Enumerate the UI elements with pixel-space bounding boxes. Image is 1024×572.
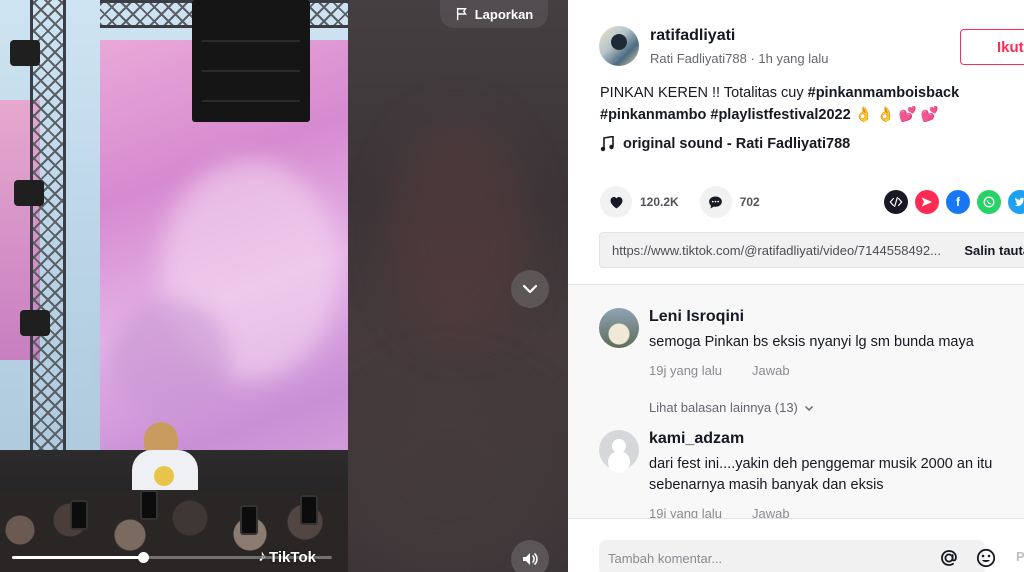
caption-text: PINKAN KEREN !! Totalitas cuy <box>600 85 808 101</box>
comment-button[interactable] <box>699 186 732 218</box>
tiktok-logo-icon: ♪ <box>258 548 266 565</box>
comment-time: 19j yang lalu <box>649 363 722 378</box>
at-sign-icon <box>941 550 957 566</box>
facebook-share-button[interactable]: f <box>946 190 970 214</box>
share-link-box: https://www.tiktok.com/@ratifadliyati/vi… <box>599 232 1024 268</box>
comments-list[interactable]: Leni Isroqini semoga Pinkan bs eksis nya… <box>568 285 1024 518</box>
comment-text: semoga Pinkan bs eksis nyanyi lg sm bund… <box>649 334 974 350</box>
commenter-name[interactable]: kami_adzam <box>649 430 1019 448</box>
video-area[interactable]: ♪ TikTok Laporkan <box>0 0 568 572</box>
copy-link-button[interactable]: Salin tautan <box>964 243 1024 258</box>
embed-code-icon <box>889 197 903 207</box>
author-username[interactable]: ratifadliyati <box>650 27 829 45</box>
author-text: ratifadliyati Rati Fadliyati788 · 1h yan… <box>650 26 829 66</box>
commenter-name[interactable]: Leni Isroqini <box>649 308 1019 326</box>
whatsapp-icon <box>983 196 995 208</box>
comment-input[interactable]: Tambah komentar... <box>599 540 985 572</box>
comment-text: dari fest ini....yakin deh penggemar mus… <box>649 456 993 493</box>
follow-button[interactable]: Ikuti <box>960 29 1024 65</box>
details-panel: ratifadliyati Rati Fadliyati788 · 1h yan… <box>568 0 1024 572</box>
twitter-share-button[interactable] <box>1008 190 1024 214</box>
mention-button[interactable] <box>938 547 960 569</box>
comment-time: 19j yang lalu <box>649 506 722 518</box>
stage-truss <box>30 0 66 470</box>
speaker-array <box>192 0 310 122</box>
comment-meta: 19j yang lalu Jawab <box>649 506 1019 518</box>
tiktok-video-page: ♪ TikTok Laporkan ratifadliyati Rati Fad… <box>0 0 1024 572</box>
comment-input-placeholder: Tambah komentar... <box>608 550 723 566</box>
embed-button[interactable] <box>884 190 908 214</box>
crowd-phone <box>70 500 88 530</box>
engagement-stats: 120.2K 702 <box>600 186 781 218</box>
reply-button[interactable]: Jawab <box>752 363 790 378</box>
like-button[interactable] <box>600 186 632 218</box>
reply-button[interactable]: Jawab <box>752 506 790 518</box>
like-stat[interactable]: 120.2K <box>600 186 679 218</box>
stage-light <box>20 310 50 336</box>
caption-emojis: 👌 👌 💕 💕 <box>854 107 939 123</box>
volume-button[interactable] <box>511 540 549 572</box>
stage-light <box>10 40 40 66</box>
tiktok-watermark: ♪ TikTok <box>258 548 316 566</box>
music-note-icon <box>600 136 614 152</box>
hashtag-link[interactable]: #pinkanmamboisback <box>808 85 960 101</box>
heart-icon <box>610 196 622 208</box>
view-more-replies-button[interactable]: Lihat balasan lainnya (13) <box>649 400 1019 415</box>
commenter-avatar[interactable] <box>599 308 639 348</box>
comment-body: Leni Isroqini semoga Pinkan bs eksis nya… <box>649 308 1019 415</box>
comment-compose-bar: Tambah komentar... Posting <box>568 518 1024 572</box>
chevron-down-icon <box>804 405 813 411</box>
twitter-icon <box>1014 197 1024 207</box>
whatsapp-share-button[interactable] <box>977 190 1001 214</box>
hashtag-link[interactable]: #pinkanmambo <box>600 107 706 123</box>
volume-icon <box>523 553 538 565</box>
shirt-logo <box>154 466 174 486</box>
crowd-phone <box>300 495 318 525</box>
crowd-phone <box>140 490 158 520</box>
flag-icon <box>456 7 467 21</box>
report-button[interactable]: Laporkan <box>440 0 548 28</box>
author-avatar[interactable] <box>599 26 639 66</box>
stage-light <box>14 180 44 206</box>
progress-fill <box>12 556 144 559</box>
emoji-button[interactable] <box>975 547 997 569</box>
send-to-friends-button[interactable] <box>915 190 939 214</box>
paper-plane-icon <box>921 197 933 207</box>
comment-icon <box>709 196 723 208</box>
crowd-phone <box>240 505 258 535</box>
comment-meta: 19j yang lalu Jawab <box>649 363 1019 378</box>
blur-shape <box>348 380 548 570</box>
author-subline: Rati Fadliyati788 · 1h yang lalu <box>650 51 829 66</box>
author-info[interactable]: ratifadliyati Rati Fadliyati788 · 1h yan… <box>599 26 829 66</box>
next-video-button[interactable] <box>511 270 549 308</box>
hashtag-link[interactable]: #playlistfestival2022 <box>710 107 850 123</box>
blur-shape <box>388 120 528 340</box>
watermark-text: TikTok <box>269 548 316 566</box>
video-player[interactable]: ♪ TikTok <box>0 0 348 572</box>
screen-graphic <box>110 300 230 420</box>
share-buttons: f <box>884 190 1024 214</box>
video-caption: PINKAN KEREN !! Totalitas cuy #pinkanmam… <box>600 82 1000 126</box>
post-comment-button[interactable]: Posting <box>1016 549 1024 564</box>
music-label: original sound - Rati Fadliyati788 <box>623 136 851 152</box>
comment-body: kami_adzam dari fest ini....yakin deh pe… <box>649 430 1019 518</box>
comment-count: 702 <box>739 195 760 209</box>
commenter-avatar-default[interactable] <box>599 430 639 470</box>
share-link-url[interactable]: https://www.tiktok.com/@ratifadliyati/vi… <box>600 243 952 258</box>
music-link[interactable]: original sound - Rati Fadliyati788 <box>600 136 850 152</box>
follow-label: Ikuti <box>997 38 1024 56</box>
smiley-icon <box>976 548 996 568</box>
chevron-down-icon <box>522 284 538 294</box>
view-more-replies-label: Lihat balasan lainnya (13) <box>649 400 798 415</box>
like-count: 120.2K <box>640 195 679 209</box>
comment-stat[interactable]: 702 <box>699 186 760 218</box>
report-label: Laporkan <box>474 6 534 22</box>
facebook-icon: f <box>956 195 960 209</box>
